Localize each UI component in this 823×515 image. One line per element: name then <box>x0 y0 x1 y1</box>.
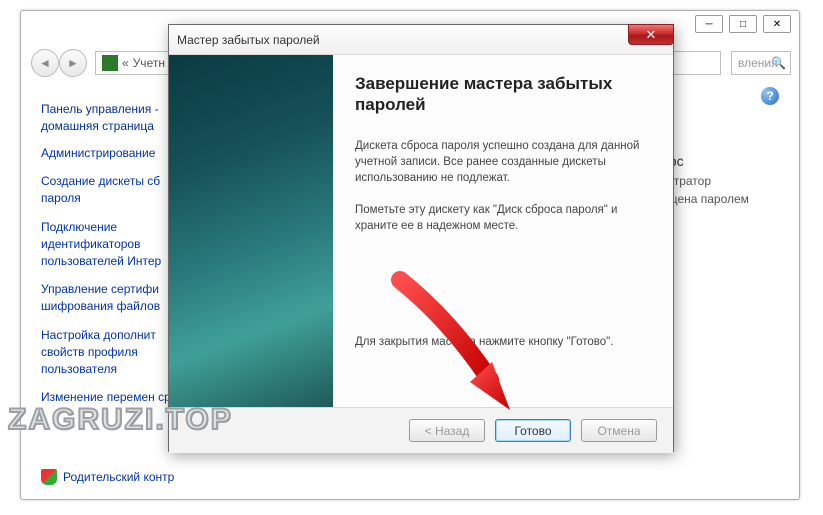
finish-button[interactable]: Готово <box>495 419 571 442</box>
breadcrumb-text: Учетн <box>133 56 165 70</box>
account-role-fragment: истратор <box>661 172 811 190</box>
shield-icon <box>41 469 57 485</box>
wizard-titlebar[interactable]: Мастер забытых паролей ✕ <box>169 25 673 55</box>
nav-back-button[interactable]: ◄ <box>31 49 59 77</box>
wizard-title: Мастер забытых паролей <box>177 33 320 47</box>
search-icon[interactable]: 🔍 <box>771 56 786 70</box>
wizard-instruction: Для закрытия мастера нажмите кнопку "Гот… <box>355 334 651 350</box>
cancel-button[interactable]: Отмена <box>581 419 657 442</box>
users-icon <box>102 55 118 71</box>
nav-forward-button[interactable]: ► <box>59 49 87 77</box>
back-button[interactable]: < Назад <box>409 419 485 442</box>
wizard-content: Завершение мастера забытых паролей Диске… <box>333 55 673 407</box>
help-icon[interactable]: ? <box>761 87 779 105</box>
wizard-heading: Завершение мастера забытых паролей <box>355 73 651 116</box>
window-controls: ─ □ ✕ <box>695 15 791 33</box>
wizard-button-row: < Назад Готово Отмена <box>169 407 673 453</box>
wizard-side-image <box>169 55 333 407</box>
parental-controls-link[interactable]: Родительский контр <box>41 469 174 485</box>
wizard-close-button[interactable]: ✕ <box>628 24 674 45</box>
minimize-button[interactable]: ─ <box>695 15 723 33</box>
account-info-panel: ерс истратор ищена паролем <box>661 151 811 208</box>
breadcrumb-prefix: « <box>122 56 129 70</box>
account-name-fragment: ерс <box>661 151 811 172</box>
parental-controls-label: Родительский контр <box>63 470 174 484</box>
close-button[interactable]: ✕ <box>763 15 791 33</box>
search-input[interactable]: вления 🔍 <box>731 51 791 75</box>
wizard-paragraph-1: Дискета сброса пароля успешно создана дл… <box>355 138 651 186</box>
maximize-button[interactable]: □ <box>729 15 757 33</box>
account-pw-fragment: ищена паролем <box>661 190 811 208</box>
wizard-dialog: Мастер забытых паролей ✕ Завершение маст… <box>168 24 674 452</box>
wizard-paragraph-2: Пометьте эту дискету как "Диск сброса па… <box>355 202 651 234</box>
